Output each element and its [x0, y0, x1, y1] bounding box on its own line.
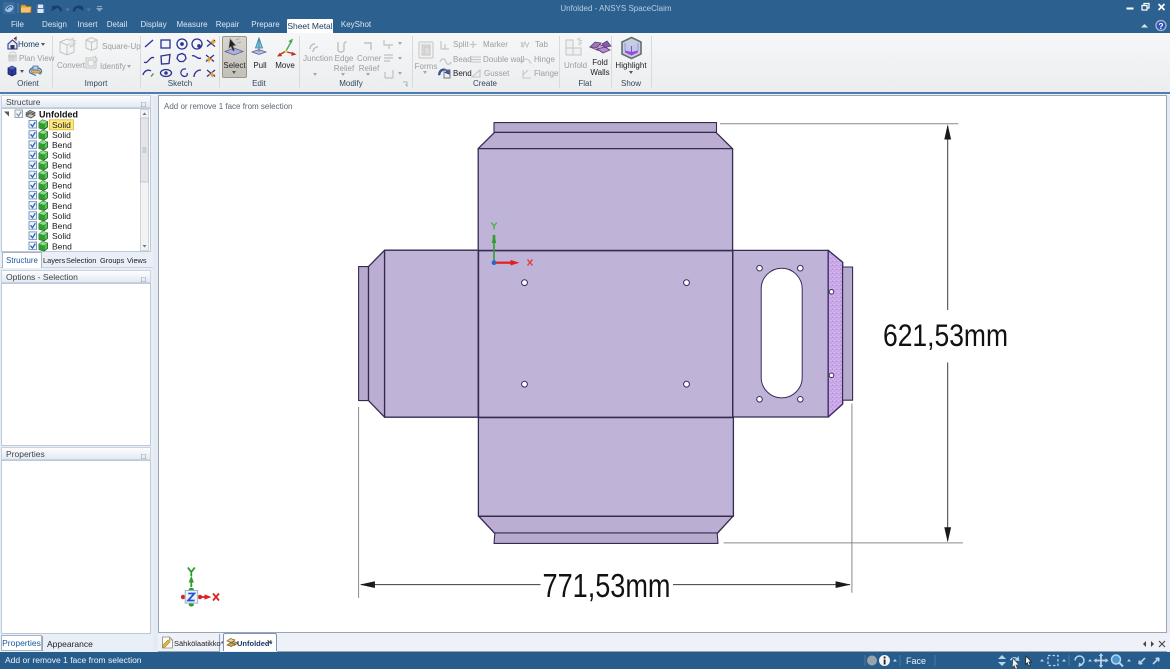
svg-text:621,53mm: 621,53mm [883, 317, 1008, 353]
svg-text:771,53mm: 771,53mm [543, 568, 671, 605]
svg-text:Bend: Bend [52, 241, 72, 251]
svg-text:Solid: Solid [52, 120, 71, 130]
svg-text:Solid: Solid [52, 191, 71, 201]
svg-text:Solid: Solid [52, 171, 71, 181]
svg-text:Bend: Bend [52, 201, 72, 211]
svg-text:Solid: Solid [52, 130, 71, 140]
svg-text:Solid: Solid [52, 150, 71, 160]
svg-text:Bend: Bend [52, 160, 72, 170]
svg-text:Face: Face [906, 656, 926, 666]
svg-text:Bend: Bend [52, 181, 72, 191]
svg-text:Bend: Bend [52, 221, 72, 231]
svg-text:Solid: Solid [52, 211, 71, 221]
svg-text:Solid: Solid [52, 231, 71, 241]
svg-text:Unfolded: Unfolded [39, 110, 78, 120]
svg-text:?: ? [1158, 21, 1163, 31]
svg-text:Bend: Bend [52, 140, 72, 150]
